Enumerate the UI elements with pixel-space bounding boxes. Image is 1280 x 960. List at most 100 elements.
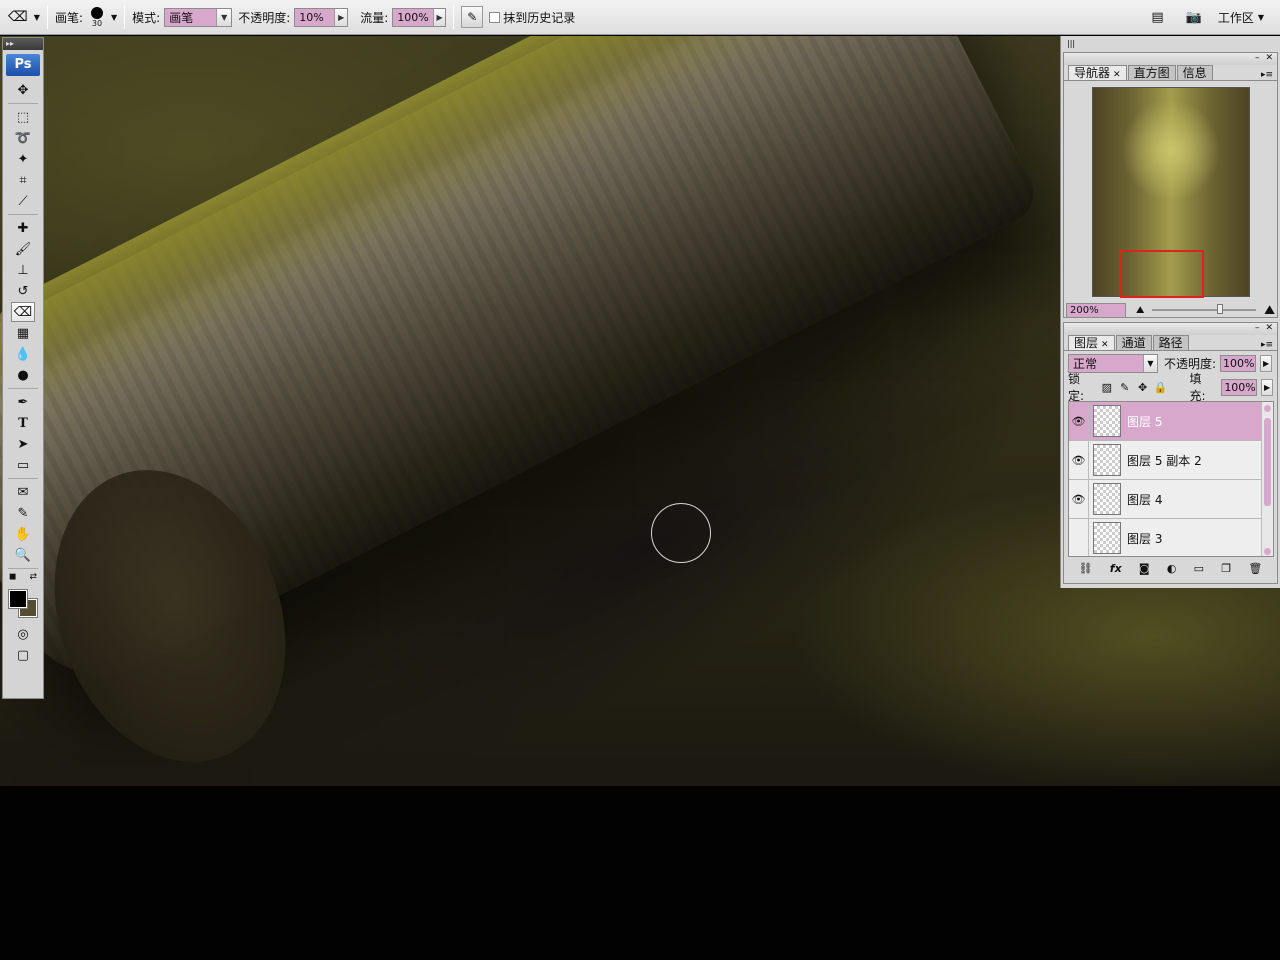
bridge-icon[interactable]: 📷 (1186, 10, 1202, 25)
eye-icon[interactable]: 👁 (1069, 402, 1089, 441)
palette-well-icon[interactable]: ▤ (1151, 10, 1163, 25)
layers-scrollbar[interactable] (1261, 402, 1273, 556)
tool-preset-picker[interactable]: ⌫ ▼ (8, 6, 40, 28)
tab-info[interactable]: 信息 (1176, 65, 1213, 80)
move-tool-icon[interactable]: ✥ (11, 80, 35, 100)
view-box[interactable] (1119, 250, 1204, 298)
type-tool-icon[interactable]: T (11, 413, 35, 433)
zoom-slider-knob[interactable] (1216, 304, 1223, 314)
zoom-out-icon[interactable]: ⛰ (1136, 305, 1144, 316)
slice-tool-icon[interactable]: ⟋ (11, 191, 35, 211)
trash-icon[interactable]: 🗑 (1248, 562, 1262, 575)
lock-pixels-icon[interactable]: ✎ (1118, 381, 1132, 394)
eraser-tool-icon[interactable]: ⌫ (11, 302, 35, 322)
mask-icon[interactable]: ◙ (1139, 562, 1150, 575)
scroll-up-icon[interactable] (1264, 405, 1271, 412)
link-icon[interactable]: ⛓ (1079, 562, 1093, 575)
swap-colors-icon[interactable]: ⇄ (29, 572, 37, 582)
layer-opacity-field[interactable]: 100% (1220, 354, 1257, 372)
mode-select[interactable]: 画笔 ▼ (164, 7, 233, 27)
lock-position-icon[interactable]: ✥ (1136, 381, 1150, 394)
dock-grip[interactable]: ||| (1061, 36, 1280, 52)
eyedropper-tool-icon[interactable]: ✎ (11, 503, 35, 523)
navigator-thumbnail[interactable] (1091, 87, 1250, 298)
flow-field[interactable]: 100% ▶ (392, 7, 447, 27)
lock-all-icon[interactable]: 🔒 (1154, 381, 1168, 394)
flow-value: 100% (397, 10, 429, 24)
layer-row[interactable]: 图层 3 (1069, 518, 1273, 556)
workspace-menu[interactable]: 工作区 ▼ (1218, 9, 1264, 26)
airbrush-button[interactable]: ✎ (461, 6, 484, 28)
chevron-down-icon: ▼ (216, 8, 232, 26)
default-colors-icon[interactable]: ◼ (9, 572, 16, 582)
zoom-in-icon[interactable]: ⛰ (1264, 303, 1275, 318)
flow-label: 流量: (360, 10, 389, 25)
tab-paths[interactable]: 路径 (1152, 335, 1189, 350)
minimize-icon[interactable]: – (1255, 53, 1260, 65)
eye-icon[interactable]: 👁 (1069, 479, 1089, 519)
visibility-toggle[interactable] (1069, 518, 1089, 556)
opacity-field[interactable]: 10% ▶ (294, 7, 349, 27)
gradient-tool-icon[interactable]: ▦ (11, 323, 35, 343)
layer-opacity-label: 不透明度: (1164, 356, 1217, 371)
dodge-tool-icon[interactable]: ● (11, 365, 35, 385)
toolbox-grip[interactable]: ▸▸ (3, 38, 43, 50)
brush-tool-icon[interactable]: 🖌 (11, 239, 35, 259)
layer-row[interactable]: 👁 图层 4 (1069, 479, 1273, 519)
chevron-right-icon[interactable]: ▶ (432, 8, 446, 26)
fill-field[interactable]: 100% (1221, 378, 1258, 396)
erase-to-history-label: 抹到历史记录 (503, 10, 576, 25)
zoom-slider[interactable] (1152, 304, 1257, 314)
lock-transparency-icon[interactable]: ▨ (1100, 381, 1114, 394)
close-icon[interactable]: ✕ (1265, 323, 1273, 335)
crop-tool-icon[interactable]: ⌗ (11, 170, 35, 190)
close-icon[interactable]: ✕ (1265, 53, 1273, 65)
adjustment-icon[interactable]: ◐ (1167, 562, 1177, 575)
layers-tabs: 图层 ✕ 通道 路径 ▸≡ (1064, 335, 1277, 351)
chevron-right-icon[interactable]: ▶ (1260, 354, 1273, 372)
tab-layers[interactable]: 图层 ✕ (1068, 335, 1115, 350)
brush-picker[interactable]: 30 (87, 6, 107, 28)
lasso-tool-icon[interactable]: ➰ (11, 128, 35, 148)
scroll-thumb[interactable] (1264, 418, 1271, 506)
pen-tool-icon[interactable]: ✒ (11, 392, 35, 412)
screen-mode-icon[interactable]: ▢ (11, 645, 35, 665)
blend-mode-value: 正常 (1073, 356, 1098, 371)
healing-tool-icon[interactable]: ✚ (11, 218, 35, 238)
hand-tool-icon[interactable]: ✋ (11, 524, 35, 544)
history-brush-tool-icon[interactable]: ↺ (11, 281, 35, 301)
new-layer-icon[interactable]: ❐ (1221, 562, 1231, 575)
blur-tool-icon[interactable]: 💧 (11, 344, 35, 364)
clone-stamp-tool-icon[interactable]: ⊥ (11, 260, 35, 280)
chevron-down-icon[interactable]: ▼ (111, 13, 117, 22)
notes-tool-icon[interactable]: ✉ (11, 482, 35, 502)
layer-row[interactable]: 👁 图层 5 (1069, 402, 1273, 441)
tab-histogram[interactable]: 直方图 (1127, 65, 1176, 80)
quick-mask-icon[interactable]: ◎ (11, 624, 35, 644)
tab-channels[interactable]: 通道 (1115, 335, 1152, 350)
ps-logo[interactable]: Ps (6, 54, 40, 76)
layer-name: 图层 3 (1127, 531, 1163, 546)
chevron-right-icon[interactable]: ▶ (1261, 378, 1273, 396)
marquee-tool-icon[interactable]: ⬚ (11, 107, 35, 127)
scroll-down-icon[interactable] (1264, 548, 1271, 555)
eye-icon[interactable]: 👁 (1069, 440, 1089, 480)
path-select-tool-icon[interactable]: ➤ (11, 434, 35, 454)
erase-to-history-option[interactable]: 抹到历史记录 (489, 6, 579, 28)
zoom-field[interactable]: 200% (1066, 302, 1126, 318)
chevron-right-icon[interactable]: ▶ (334, 8, 348, 26)
minimize-icon[interactable]: – (1255, 323, 1260, 335)
panel-menu-icon[interactable]: ▸≡ (1261, 340, 1277, 350)
panel-menu-icon[interactable]: ▸≡ (1261, 70, 1277, 80)
fx-icon[interactable]: fx (1110, 562, 1122, 575)
close-icon[interactable]: ✕ (1113, 70, 1121, 80)
group-icon[interactable]: ▭ (1194, 562, 1204, 575)
erase-to-history-checkbox[interactable] (489, 11, 501, 23)
magic-wand-tool-icon[interactable]: ✦ (11, 149, 35, 169)
tab-navigator[interactable]: 导航器 ✕ (1068, 65, 1127, 80)
shape-tool-icon[interactable]: ▭ (11, 455, 35, 475)
zoom-tool-icon[interactable]: 🔍 (11, 545, 35, 565)
layer-row[interactable]: 👁 图层 5 副本 2 (1069, 440, 1273, 480)
foreground-color[interactable] (8, 589, 28, 609)
close-icon[interactable]: ✕ (1101, 340, 1109, 350)
